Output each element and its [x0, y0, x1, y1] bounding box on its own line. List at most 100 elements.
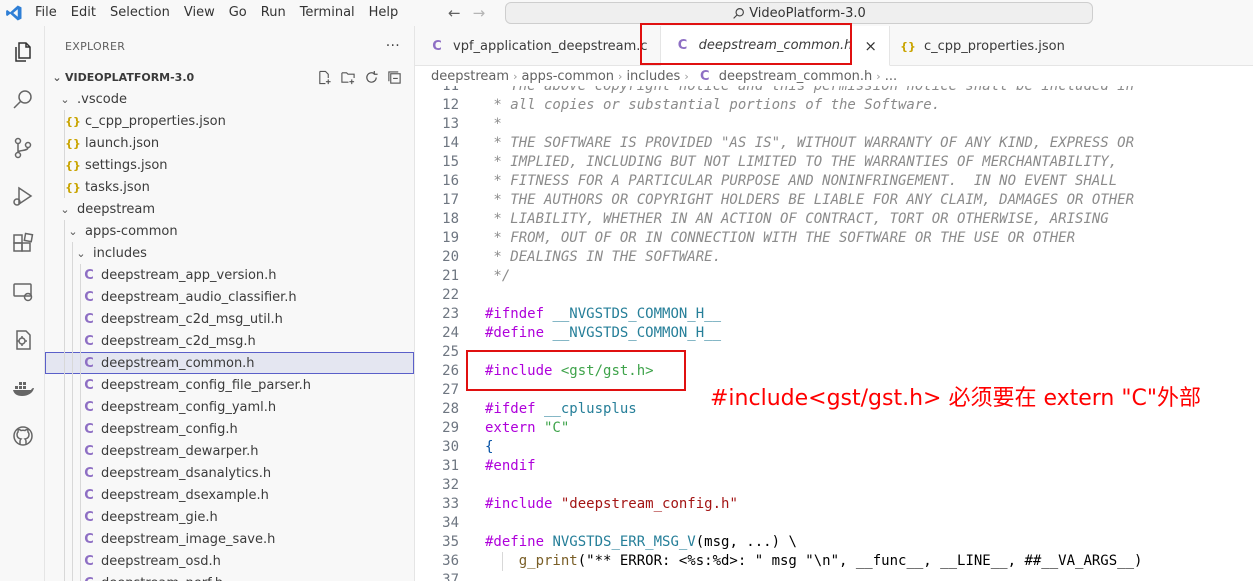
code-keyword: #ifndef	[485, 306, 545, 322]
refresh-icon[interactable]	[364, 70, 379, 85]
code-text: g_print("** ERROR: <%s:%d>: " msg "\n", …	[485, 552, 1143, 571]
tree-item-label: includes	[93, 245, 147, 261]
run-debug-icon[interactable]	[0, 176, 45, 216]
line-number: 18	[442, 211, 459, 227]
folder-item[interactable]: ⌄ deepstream	[45, 198, 414, 220]
c-file-icon: C	[84, 377, 94, 393]
line-number: 36	[442, 553, 459, 569]
active-tab-highlight-box	[640, 23, 852, 65]
file-item[interactable]: Cdeepstream_config_file_parser.h	[45, 374, 414, 396]
file-item[interactable]: Cdeepstream_config.h	[45, 418, 414, 440]
project-root[interactable]: ⌄ VIDEOPLATFORM-3.0	[45, 66, 414, 88]
code-text: #endif	[485, 457, 536, 476]
c-file-icon: C	[432, 38, 442, 54]
folder-item[interactable]: ⌄ apps-common	[45, 220, 414, 242]
remote-explorer-icon[interactable]	[0, 272, 45, 312]
menu-view[interactable]: View	[177, 0, 222, 26]
indent-guide	[502, 552, 503, 571]
menu-file[interactable]: File	[28, 0, 64, 26]
new-folder-icon[interactable]	[340, 70, 356, 85]
file-item[interactable]: Cdeepstream_osd.h	[45, 550, 414, 572]
tab-c-cpp-properties[interactable]: {} c_cpp_properties.json	[890, 26, 1077, 66]
file-item[interactable]: {} c_cpp_properties.json	[45, 110, 414, 132]
file-item[interactable]: Cdeepstream_dewarper.h	[45, 440, 414, 462]
file-item[interactable]: Cdeepstream_common.h	[45, 352, 414, 374]
folder-item[interactable]: ⌄ .vscode	[45, 88, 414, 110]
search-icon[interactable]	[0, 80, 45, 120]
back-arrow-icon[interactable]: ←	[448, 4, 461, 22]
indent-guide	[64, 462, 65, 484]
file-item[interactable]: Cdeepstream_dsexample.h	[45, 484, 414, 506]
file-item[interactable]: {} tasks.json	[45, 176, 414, 198]
indent-guide	[64, 506, 65, 528]
tree-item-label: deepstream_c2d_msg.h	[101, 333, 256, 349]
indent-guide	[72, 550, 73, 572]
menu-selection[interactable]: Selection	[103, 0, 177, 26]
indent-guide	[80, 440, 81, 462]
tree-item-label: apps-common	[85, 223, 178, 239]
explorer-icon[interactable]	[0, 32, 45, 72]
chevron-down-icon: ⌄	[68, 224, 78, 238]
breadcrumb-item[interactable]: ...	[885, 69, 897, 84]
file-item[interactable]: Cdeepstream_c2d_msg_util.h	[45, 308, 414, 330]
tab-vpf-application[interactable]: C vpf_application_deepstream.c	[415, 26, 661, 66]
collapse-all-icon[interactable]	[387, 70, 402, 85]
forward-arrow-icon[interactable]: →	[473, 4, 486, 22]
extensions-icon[interactable]	[0, 224, 45, 264]
breadcrumb-item[interactable]: deepstream_common.h	[719, 69, 873, 84]
c-file-icon: C	[84, 465, 94, 481]
line-number: 17	[442, 192, 459, 208]
line-number: 13	[442, 116, 459, 132]
docker-icon[interactable]	[0, 368, 45, 408]
testing-icon[interactable]	[0, 320, 45, 360]
breadcrumb-item[interactable]: apps-common	[521, 69, 614, 84]
menu-run[interactable]: Run	[254, 0, 293, 26]
indent-guide	[80, 374, 81, 396]
title-bar: File Edit Selection View Go Run Terminal…	[0, 0, 1253, 26]
code-line: 22	[415, 286, 1253, 305]
breadcrumb-item[interactable]: includes	[626, 69, 680, 84]
chevron-right-icon: ›	[684, 69, 689, 83]
source-control-icon[interactable]	[0, 128, 45, 168]
menu-edit[interactable]: Edit	[64, 0, 103, 26]
code-text: * FITNESS FOR A PARTICULAR PURPOSE AND N…	[485, 172, 1117, 191]
command-center[interactable]: VideoPlatform-3.0	[505, 2, 1093, 24]
new-file-icon[interactable]	[317, 70, 332, 85]
c-file-icon: C	[84, 553, 94, 569]
github-icon[interactable]	[0, 416, 45, 456]
file-item[interactable]: Cdeepstream_app_version.h	[45, 264, 414, 286]
file-item[interactable]: {} settings.json	[45, 154, 414, 176]
code-comment: * all copies or substantial portions of …	[485, 97, 941, 113]
file-item[interactable]: Cdeepstream_audio_classifier.h	[45, 286, 414, 308]
more-actions-icon[interactable]: ···	[386, 38, 400, 54]
code-line: 11 * The above copyright notice and this…	[415, 86, 1253, 96]
file-item[interactable]: Cdeepstream_config_yaml.h	[45, 396, 414, 418]
tab-label: vpf_application_deepstream.c	[453, 38, 648, 54]
file-item[interactable]: {} launch.json	[45, 132, 414, 154]
menu-go[interactable]: Go	[222, 0, 254, 26]
folder-item[interactable]: ⌄ includes	[45, 242, 414, 264]
code-editor[interactable]: 11 * The above copyright notice and this…	[415, 86, 1253, 581]
code-comment: * THE SOFTWARE IS PROVIDED "AS IS", WITH…	[485, 135, 1135, 151]
code-line: 17 * THE AUTHORS OR COPYRIGHT HOLDERS BE…	[415, 191, 1253, 210]
file-item[interactable]: Cdeepstream_perf.h	[45, 572, 414, 581]
file-item[interactable]: Cdeepstream_image_save.h	[45, 528, 414, 550]
indent-guide	[72, 286, 73, 308]
indent-guide	[64, 330, 65, 352]
menu-terminal[interactable]: Terminal	[293, 0, 362, 26]
close-icon[interactable]: ×	[864, 37, 877, 55]
c-file-icon: C	[84, 443, 94, 459]
tree-item-label: settings.json	[85, 157, 168, 173]
line-number: 33	[442, 496, 459, 512]
tree-item-label: deepstream_osd.h	[101, 553, 221, 569]
code-text: * DEALINGS IN THE SOFTWARE.	[485, 248, 721, 267]
code-brace: {	[485, 439, 494, 455]
breadcrumb-item[interactable]: deepstream	[431, 69, 509, 84]
menu-help[interactable]: Help	[362, 0, 406, 26]
indent-guide	[80, 550, 81, 572]
indent-guide	[72, 352, 73, 374]
file-item[interactable]: Cdeepstream_c2d_msg.h	[45, 330, 414, 352]
file-item[interactable]: Cdeepstream_gie.h	[45, 506, 414, 528]
file-item[interactable]: Cdeepstream_dsanalytics.h	[45, 462, 414, 484]
code-comment: * IMPLIED, INCLUDING BUT NOT LIMITED TO …	[485, 154, 1118, 170]
